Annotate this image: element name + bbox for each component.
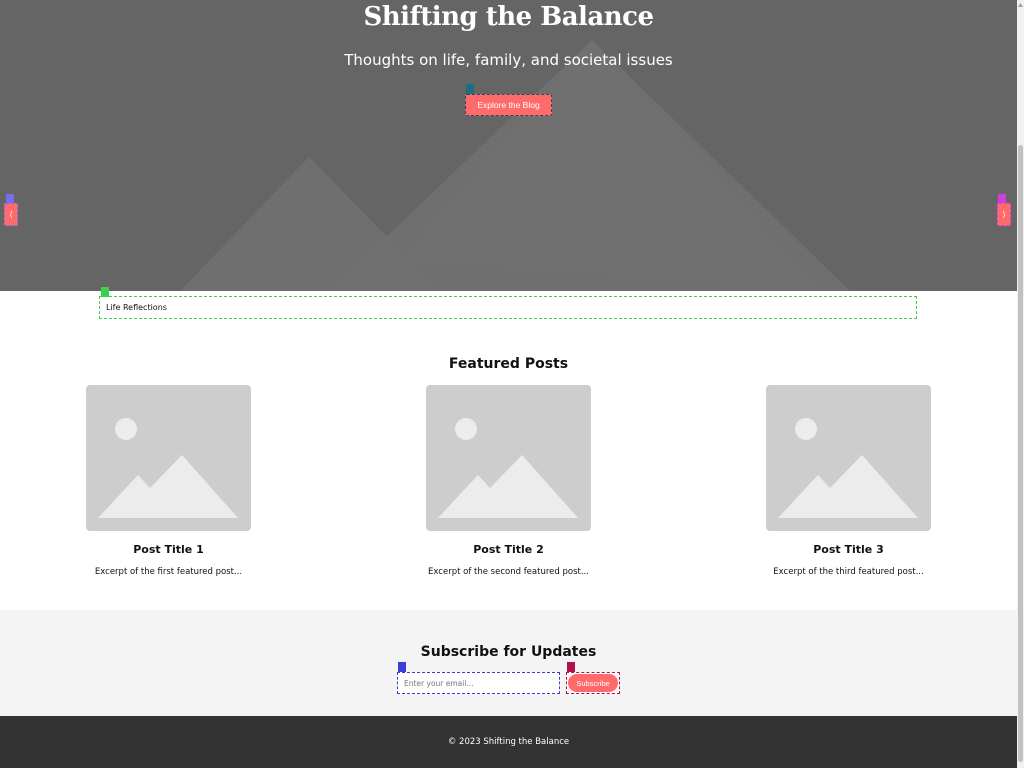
- scroll-up-arrow-icon[interactable]: [1018, 0, 1023, 10]
- image-placeholder-icon: [86, 385, 251, 531]
- site-tagline: Thoughts on life, family, and societal i…: [344, 51, 673, 69]
- scrollbar-thumb[interactable]: [1018, 145, 1023, 762]
- vertical-scrollbar[interactable]: [1017, 0, 1024, 768]
- post-title[interactable]: Post Title 3: [766, 543, 931, 556]
- mountain-background-icon: [180, 40, 850, 291]
- annotation-tag: [398, 662, 406, 672]
- explore-blog-button[interactable]: Explore the Blog: [465, 94, 552, 116]
- post-excerpt: Excerpt of the second featured post...: [428, 567, 589, 577]
- post-card[interactable]: Post Title 1 Excerpt of the first featur…: [86, 385, 251, 577]
- annotation-tag: [567, 662, 575, 672]
- subscribe-button[interactable]: Subscribe: [566, 672, 620, 694]
- chevron-right-icon: ⟩: [1002, 210, 1006, 219]
- post-card[interactable]: Post Title 2 Excerpt of the second featu…: [426, 385, 591, 577]
- carousel-prev-button[interactable]: ⟨: [4, 203, 18, 226]
- copyright-text: © 2023 Shifting the Balance: [447, 737, 570, 747]
- carousel-next-button[interactable]: ⟩: [997, 203, 1011, 226]
- post-title[interactable]: Post Title 2: [426, 543, 591, 556]
- post-title[interactable]: Post Title 1: [86, 543, 251, 556]
- annotation-tag: [466, 84, 474, 94]
- post-excerpt: Excerpt of the first featured post...: [94, 567, 243, 577]
- category-bar[interactable]: Life Reflections: [99, 296, 917, 319]
- site-title: Shifting the Balance: [363, 2, 654, 32]
- image-placeholder-icon: [426, 385, 591, 531]
- page: Shifting the Balance Thoughts on life, f…: [0, 0, 1017, 768]
- post-card[interactable]: Post Title 3 Excerpt of the third featur…: [766, 385, 931, 577]
- chevron-left-icon: ⟨: [9, 210, 13, 219]
- footer: © 2023 Shifting the Balance: [0, 716, 1017, 768]
- email-input[interactable]: [397, 672, 560, 694]
- subscribe-section: Subscribe for Updates Subscribe: [0, 610, 1017, 716]
- subscribe-heading: Subscribe for Updates: [420, 644, 597, 660]
- subscribe-button-label: Subscribe: [568, 674, 618, 692]
- category-label: Life Reflections: [106, 303, 167, 312]
- post-excerpt: Excerpt of the third featured post...: [773, 567, 924, 577]
- image-placeholder-icon: [766, 385, 931, 531]
- featured-posts-heading: Featured Posts: [448, 356, 569, 372]
- hero-section: Shifting the Balance Thoughts on life, f…: [0, 0, 1017, 291]
